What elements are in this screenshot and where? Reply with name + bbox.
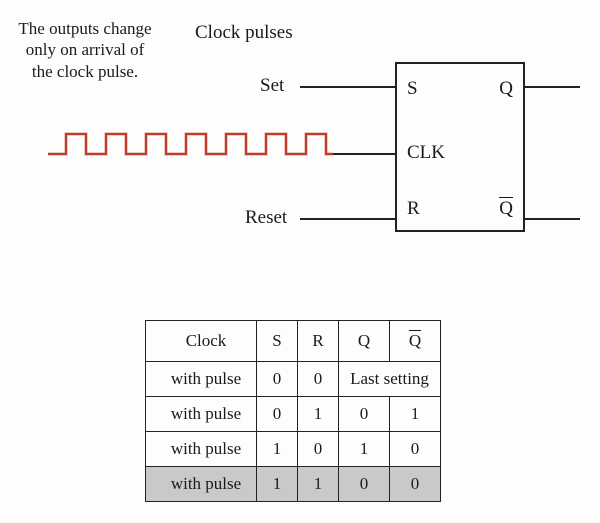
cell-q: 0: [339, 467, 390, 502]
cell-q: 1: [339, 432, 390, 467]
cell-clock: with pulse: [146, 362, 257, 397]
cell-r: 1: [298, 397, 339, 432]
cell-qbar: 1: [390, 397, 441, 432]
table-row: with pulse 0 0 Last setting: [146, 362, 441, 397]
wire-clk: [330, 153, 395, 155]
cell-clock: with pulse: [146, 467, 257, 502]
th-s: S: [257, 321, 298, 362]
truth-table: Clock S R Q Q with pulse 0 0 Last settin…: [145, 320, 441, 502]
clock-pulses-title: Clock pulses: [195, 22, 293, 44]
cell-s: 0: [257, 362, 298, 397]
cell-clock: with pulse: [146, 397, 257, 432]
clock-pulse-train-icon: [48, 130, 338, 160]
th-clock: Clock: [146, 321, 257, 362]
cell-s: 1: [257, 432, 298, 467]
table-header-row: Clock S R Q Q: [146, 321, 441, 362]
ff-pin-r: R: [407, 198, 420, 220]
cell-last-setting: Last setting: [339, 362, 441, 397]
wire-q: [525, 86, 580, 88]
cell-r: 0: [298, 362, 339, 397]
cell-qbar: 0: [390, 432, 441, 467]
cell-r: 1: [298, 467, 339, 502]
th-q: Q: [339, 321, 390, 362]
wire-set: [300, 86, 395, 88]
explanatory-caption: The outputs change only on arrival of th…: [15, 18, 155, 82]
ff-pin-q: Q: [499, 78, 513, 100]
cell-qbar: 0: [390, 467, 441, 502]
set-input-label: Set: [260, 75, 284, 97]
th-qbar: Q: [390, 321, 441, 362]
reset-input-label: Reset: [245, 207, 287, 229]
cell-q: 0: [339, 397, 390, 432]
th-r: R: [298, 321, 339, 362]
cell-s: 1: [257, 467, 298, 502]
table-row: with pulse 0 1 0 1: [146, 397, 441, 432]
ff-pin-qbar: Q: [499, 198, 513, 220]
ff-pin-s: S: [407, 78, 418, 100]
sr-flipflop-symbol: S Q CLK R Q: [395, 62, 525, 232]
cell-s: 0: [257, 397, 298, 432]
table-row-invalid: with pulse 1 1 0 0: [146, 467, 441, 502]
table-row: with pulse 1 0 1 0: [146, 432, 441, 467]
wire-qbar: [525, 218, 580, 220]
ff-pin-clk: CLK: [407, 142, 445, 164]
wire-reset: [300, 218, 395, 220]
cell-clock: with pulse: [146, 432, 257, 467]
cell-r: 0: [298, 432, 339, 467]
